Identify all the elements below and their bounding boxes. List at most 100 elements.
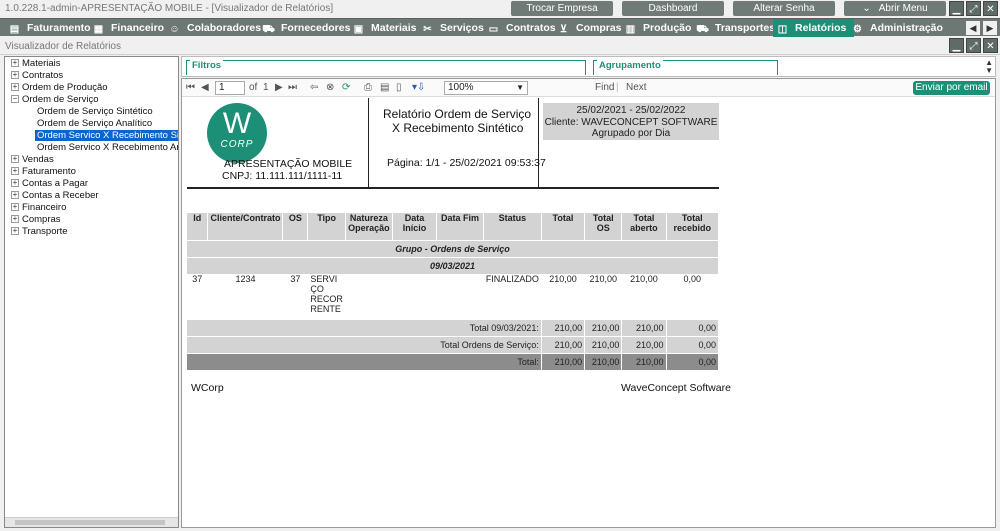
expand-icon[interactable]: + (11, 71, 19, 79)
cell-tipo-l1: SERVI (310, 274, 338, 284)
menu-materiais[interactable]: ▣ Materiais (352, 19, 417, 37)
tree-item-os-receb-sintetico[interactable]: Ordem Servico X Recebimento Sintético (35, 130, 178, 142)
expand-icon[interactable]: + (11, 155, 19, 163)
expand-icon[interactable]: + (11, 203, 19, 211)
col-total-recebido: Total recebido (666, 213, 720, 240)
tree-label: Ordem de Produção (22, 82, 108, 93)
alterar-senha-button[interactable]: Alterar Senha (733, 1, 835, 16)
col-status: Status (483, 213, 542, 240)
first-page-icon[interactable]: ⏮ (186, 82, 195, 94)
company-cnpj: CNPJ: 11.111.111/1111-11 (222, 170, 343, 182)
tree-item-compras[interactable]: + Compras (11, 214, 61, 226)
delivery-truck-icon: ⛟ (696, 24, 709, 35)
page-number-input[interactable]: 1 (215, 81, 245, 95)
tree-label: Ordem de Serviço Sintético (37, 106, 153, 117)
maximize-icon[interactable]: ⤢ (966, 1, 981, 16)
send-email-button[interactable]: Enviar por email (913, 81, 990, 95)
report-tree: + Materiais + Contratos + Ordem de Produção… (4, 56, 179, 528)
next-link[interactable]: Next (626, 82, 647, 94)
expand-icon[interactable]: + (11, 215, 19, 223)
next-page-icon[interactable]: ▶ (275, 82, 283, 94)
sum-group-total-os: 210,00 (584, 335, 623, 353)
expand-icon[interactable]: + (11, 179, 19, 187)
tree-item-vendas[interactable]: + Vendas (11, 154, 54, 166)
zoom-select[interactable]: 100% ▼ (444, 81, 528, 95)
abrir-menu-button[interactable]: ⌄ Abrir Menu (844, 1, 946, 16)
tree-item-ordem-producao[interactable]: + Ordem de Produção (11, 82, 108, 94)
child-minimize-icon[interactable]: ▁ (949, 38, 964, 53)
menu-scroll-right-icon[interactable]: ▶ (983, 21, 997, 35)
sum-date-total: 210,00 (541, 318, 586, 336)
menu-contratos[interactable]: ▭ Contratos (487, 19, 556, 37)
stop-icon[interactable]: ⊗ (326, 82, 334, 94)
tree-item-materiais[interactable]: + Materiais (11, 58, 61, 70)
company-logo: W CORP (207, 103, 267, 163)
tree-horizontal-scrollbar[interactable] (5, 517, 178, 527)
menu-contratos-label: Contratos (506, 22, 556, 34)
report-title-line1: Relatório Ordem de Serviço (383, 107, 532, 121)
sum-all-label: Total: (187, 352, 542, 370)
cell-data-inicio (392, 274, 438, 319)
back-icon[interactable]: ⇦ (310, 82, 318, 94)
cart-icon: ⊻ (559, 24, 568, 35)
chart-icon: ◫ (777, 24, 788, 35)
menu-faturamento[interactable]: ▤ Faturamento (8, 19, 91, 37)
tree-item-financeiro[interactable]: + Financeiro (11, 202, 66, 214)
tree-item-os-sintetico[interactable]: Ordem de Serviço Sintético (37, 106, 153, 118)
expand-icon[interactable]: + (11, 227, 19, 235)
tree-item-os-receb-analitico[interactable]: Ordem Servico X Recebimento Analítico (37, 142, 178, 154)
col-total-os: Total OS (584, 213, 623, 240)
tree-item-faturamento[interactable]: + Faturamento (11, 166, 76, 178)
tree-item-contas-receber[interactable]: + Contas a Receber (11, 190, 99, 202)
child-close-icon[interactable]: ✕ (983, 38, 998, 53)
tree-item-contas-pagar[interactable]: + Contas a Pagar (11, 178, 88, 190)
tree-item-transporte[interactable]: + Transporte (11, 226, 68, 238)
table-row[interactable]: 37 1234 37 SERVI ÇO RECOR RENTE FINALIZADO … (187, 274, 720, 319)
menu-producao[interactable]: ▥ Produção (624, 19, 692, 37)
find-link[interactable]: Find (595, 82, 614, 94)
sum-date-total-os: 210,00 (584, 318, 623, 336)
group-title: Grupo - Ordens de Serviço (187, 239, 719, 257)
sum-all-aberto: 210,00 (621, 352, 667, 370)
header-divider-left (368, 98, 369, 187)
cell-tipo: SERVI ÇO RECOR RENTE (307, 274, 346, 319)
scrollbar-thumb[interactable] (15, 520, 165, 525)
expand-icon[interactable]: + (11, 83, 19, 91)
menu-financeiro[interactable]: ▦ Financeiro (92, 19, 164, 37)
child-maximize-icon[interactable]: ⤢ (966, 38, 981, 53)
tree-label: Financeiro (22, 202, 67, 213)
expand-icon[interactable]: + (11, 167, 19, 175)
menu-servicos[interactable]: ✂ Serviços (421, 19, 483, 37)
report-grouping: Agrupado por Dia (591, 128, 671, 139)
tree-item-os-analitico[interactable]: Ordem de Serviço Analítico (37, 118, 152, 130)
tree-item-ordem-servico[interactable]: − Ordem de Serviço (11, 94, 99, 106)
menu-transportes[interactable]: ⛟ Transportes (696, 19, 775, 37)
menu-scroll-left-icon[interactable]: ◀ (966, 21, 980, 35)
menu-compras[interactable]: ⊻ Compras (557, 19, 622, 37)
last-page-icon[interactable]: ⏭ (288, 82, 297, 94)
cell-os: 37 (282, 274, 309, 319)
agrupamento-group[interactable]: Agrupamento (593, 60, 778, 75)
tree-item-contratos[interactable]: + Contratos (11, 70, 63, 82)
refresh-icon[interactable]: ⟳ (342, 82, 350, 94)
prev-page-icon[interactable]: ◀ (201, 82, 209, 94)
minimize-icon[interactable]: ▁ (949, 1, 964, 16)
export-icon[interactable]: ▾⇩ (412, 82, 425, 94)
page-layout-icon[interactable]: ▤ (380, 82, 389, 94)
filter-scroll-icon[interactable]: ▲ ▼ (985, 59, 993, 75)
collapse-icon[interactable]: − (11, 95, 19, 103)
menu-fornecedores[interactable]: ⛟ Fornecedores (262, 19, 350, 37)
tree-label: Ordem Servico X Recebimento Sintético (35, 130, 178, 141)
menu-colaboradores[interactable]: ☺ Colaboradores (168, 19, 261, 37)
close-icon[interactable]: ✕ (983, 1, 998, 16)
trocar-empresa-button[interactable]: Trocar Empresa (511, 1, 613, 16)
expand-icon[interactable]: + (11, 59, 19, 67)
filtros-group[interactable]: Filtros (186, 60, 586, 75)
menu-relatorios-label: Relatórios (795, 22, 847, 34)
menu-relatorios[interactable]: ◫ Relatórios (773, 19, 855, 37)
print-icon[interactable]: ⎙ (364, 82, 372, 94)
menu-administracao[interactable]: ⚙ Administração (851, 19, 943, 37)
expand-icon[interactable]: + (11, 191, 19, 199)
dashboard-button[interactable]: Dashboard (622, 1, 724, 16)
page-setup-icon[interactable]: ▯ (396, 82, 402, 94)
